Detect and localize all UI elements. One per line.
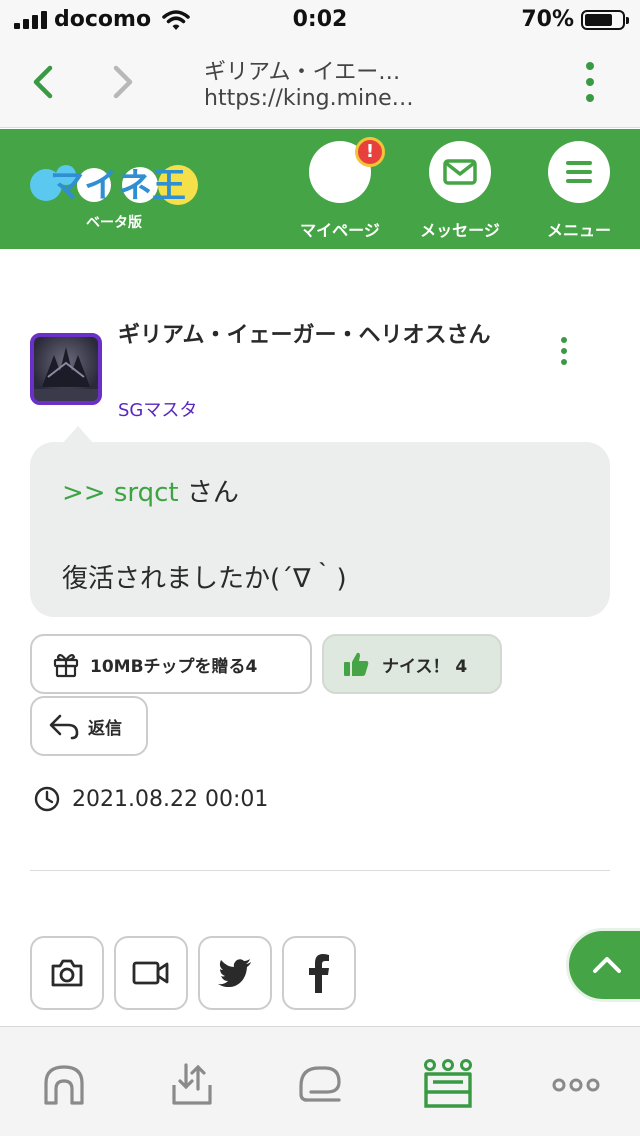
more-vertical-icon[interactable]	[580, 60, 600, 104]
reply-button[interactable]: 返信	[30, 696, 148, 756]
chevron-left-icon[interactable]	[28, 62, 58, 102]
more-vertical-icon[interactable]	[556, 336, 572, 366]
timestamp-text: 2021.08.22 00:01	[72, 786, 269, 812]
tab-chat[interactable]	[290, 1055, 350, 1115]
gift-chip-label: 10MBチップを贈る4	[90, 656, 258, 677]
facebook-share-button[interactable]	[282, 936, 356, 1010]
nav-menu-label: メニュー	[546, 221, 611, 240]
reply-mention-line: >> srqct さん	[62, 472, 239, 509]
browser-toolbar: ギリアム・イエー… https://king.mine…	[0, 40, 640, 128]
site-header: マイネ王 ベータ版 ! マイページ メッセージ メニュー	[0, 129, 640, 249]
logo-text: マイネ王	[50, 166, 186, 206]
hamburger-icon[interactable]	[548, 141, 610, 203]
crown-icon	[424, 1059, 472, 1108]
home-icon	[44, 1065, 84, 1105]
tab-upload[interactable]	[162, 1055, 222, 1115]
notification-badge: !	[355, 137, 385, 167]
mention-suffix: さん	[186, 478, 239, 508]
mention-link[interactable]: >> srqct	[62, 478, 179, 508]
chevron-up-icon	[593, 957, 621, 973]
chat-icon	[299, 1066, 341, 1102]
page-title: ギリアム・イエー…	[204, 60, 401, 85]
nav-mypage-label: マイページ	[300, 221, 380, 240]
nav-messages-label: メッセージ	[420, 221, 500, 240]
nav-mypage[interactable]: ! マイページ	[285, 137, 395, 241]
tab-more[interactable]	[546, 1055, 606, 1115]
author-avatar[interactable]	[30, 333, 102, 405]
battery-icon	[581, 10, 629, 30]
nice-button[interactable]: ナイス！ 4	[322, 634, 502, 694]
gift-icon	[53, 653, 79, 678]
camera-icon	[51, 959, 83, 987]
avatar[interactable]: !	[309, 137, 385, 203]
post-timestamp: 2021.08.22 00:01	[34, 786, 268, 812]
video-button[interactable]	[114, 936, 188, 1010]
envelope-icon[interactable]	[429, 141, 491, 203]
more-icon	[552, 1078, 600, 1092]
scroll-to-top-button[interactable]	[566, 928, 640, 1002]
facebook-icon	[309, 954, 329, 993]
thumbs-up-icon	[344, 652, 369, 676]
chevron-right-icon[interactable]	[108, 62, 138, 102]
battery-percent: 70%	[521, 7, 574, 32]
status-bar: docomo 0:02 70%	[0, 0, 640, 40]
tab-crown[interactable]	[418, 1055, 478, 1115]
reply-label: 返信	[88, 718, 122, 739]
reply-icon	[49, 714, 79, 740]
upload-icon	[172, 1063, 212, 1105]
clock-icon	[34, 786, 60, 812]
post-body: 復活されましたか(´∇｀)	[62, 564, 347, 594]
mineo-logo[interactable]: マイネ王	[28, 155, 208, 215]
author-rank: SGマスタ	[118, 400, 198, 421]
nav-messages[interactable]: メッセージ	[405, 141, 515, 241]
twitter-share-button[interactable]	[198, 936, 272, 1010]
bottom-tab-bar	[0, 1026, 640, 1136]
camera-button[interactable]	[30, 936, 104, 1010]
tab-home[interactable]	[34, 1055, 94, 1115]
nice-label: ナイス！ 4	[382, 656, 468, 677]
logo-subtitle: ベータ版	[86, 215, 142, 231]
twitter-icon	[218, 959, 251, 987]
author-name[interactable]: ギリアム・イェーガー・ヘリオスさん	[118, 318, 518, 354]
divider	[30, 870, 610, 871]
nav-menu[interactable]: メニュー	[524, 141, 634, 241]
gift-chip-button[interactable]: 10MBチップを贈る4	[30, 634, 312, 694]
video-icon	[132, 961, 169, 985]
url-bar[interactable]: https://king.mine…	[204, 86, 414, 111]
